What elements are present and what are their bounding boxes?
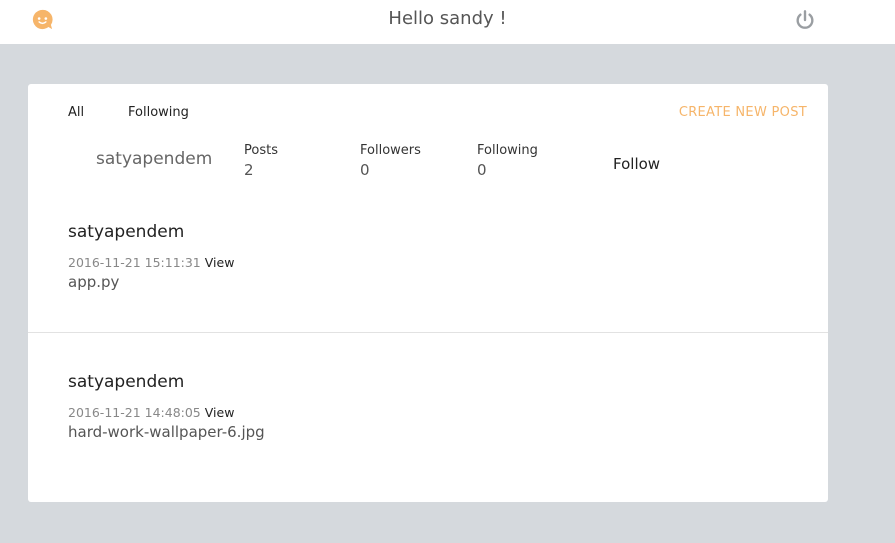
- post-author: satyapendem: [68, 222, 185, 242]
- tab-all[interactable]: All: [68, 105, 84, 120]
- post-file-name: app.py: [68, 273, 120, 291]
- stat-following: Following 0: [477, 143, 538, 179]
- profile-name: satyapendem: [96, 149, 213, 169]
- stat-followers: Followers 0: [360, 143, 421, 179]
- stat-posts: Posts 2: [244, 143, 278, 179]
- post-timestamp: 2016-11-21 14:48:05: [68, 405, 201, 420]
- follow-button[interactable]: Follow: [613, 155, 660, 173]
- post-file-name: hard-work-wallpaper-6.jpg: [68, 423, 265, 441]
- post-meta: 2016-11-21 14:48:05 View: [68, 405, 234, 420]
- post-meta: 2016-11-21 15:11:31 View: [68, 255, 234, 270]
- stat-label: Posts: [244, 143, 278, 158]
- post-view-link[interactable]: View: [205, 405, 235, 420]
- stat-label: Followers: [360, 143, 421, 158]
- tab-following[interactable]: Following: [128, 105, 189, 120]
- post-timestamp: 2016-11-21 15:11:31: [68, 255, 201, 270]
- create-new-post-button[interactable]: CREATE NEW POST: [679, 105, 807, 120]
- post-view-link[interactable]: View: [205, 255, 235, 270]
- top-bar: Hello sandy !: [0, 0, 895, 44]
- post-item: satyapendem 2016-11-21 15:11:31 View app…: [28, 222, 828, 333]
- stat-value: 0: [360, 161, 370, 179]
- power-icon[interactable]: [794, 9, 816, 31]
- greeting-text: Hello sandy !: [388, 8, 507, 29]
- feed-card: All Following CREATE NEW POST satyapende…: [28, 84, 828, 502]
- stat-value: 0: [477, 161, 487, 179]
- post-item: satyapendem 2016-11-21 14:48:05 View har…: [28, 372, 828, 482]
- post-author: satyapendem: [68, 372, 185, 392]
- stat-label: Following: [477, 143, 538, 158]
- stat-value: 2: [244, 161, 254, 179]
